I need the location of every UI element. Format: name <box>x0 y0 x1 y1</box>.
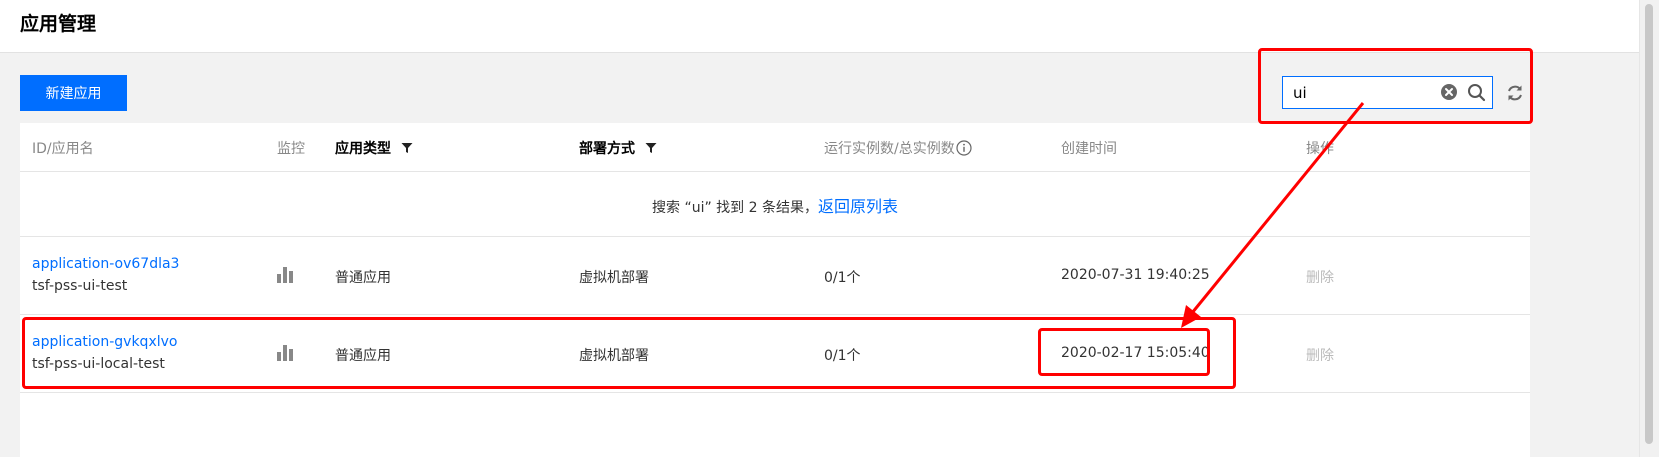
back-to-list-link[interactable]: 返回原列表 <box>818 197 898 216</box>
app-type: 普通应用 <box>335 270 391 286</box>
vertical-scrollbar[interactable] <box>1639 0 1659 457</box>
search-result-row: 搜索 “ui” 找到 2 条结果，返回原列表 <box>20 172 1530 237</box>
instance-count: 0/1个 <box>824 270 861 286</box>
search-highlight-box <box>1258 48 1533 124</box>
column-deploy-label: 部署方式 <box>579 141 635 157</box>
delete-link[interactable]: 删除 <box>1306 267 1334 287</box>
delete-link[interactable]: 删除 <box>1306 345 1334 365</box>
search-result-text: 搜索 “ui” 找到 2 条结果， <box>652 200 818 216</box>
timestamp-highlight-box <box>1038 328 1210 376</box>
column-app-type: 应用类型 <box>335 138 413 158</box>
search-result-summary: 搜索 “ui” 找到 2 条结果，返回原列表 <box>20 193 1530 217</box>
column-monitor: 监控 <box>277 141 305 157</box>
app-id-link[interactable]: application-ov67dla3 <box>32 256 179 272</box>
created-time: 2020-07-31 19:40:25 <box>1061 267 1210 283</box>
table-header: ID/应用名 监控 应用类型 部署方式 运行实例数/总实例数 创建时间 操作 <box>20 123 1530 172</box>
create-app-button[interactable]: 新建应用 <box>20 75 127 111</box>
column-instances-label: 运行实例数/总实例数 <box>824 141 955 157</box>
app-table: ID/应用名 监控 应用类型 部署方式 运行实例数/总实例数 创建时间 操作 搜… <box>20 123 1530 457</box>
page-header: 应用管理 <box>0 0 1640 53</box>
table-row: application-ov67dla3 tsf-pss-ui-test 普通应… <box>20 237 1530 315</box>
column-created: 创建时间 <box>1061 141 1117 157</box>
deploy-method: 虚拟机部署 <box>579 270 649 286</box>
filter-icon[interactable] <box>401 142 413 154</box>
column-deploy: 部署方式 <box>579 138 657 158</box>
column-instances: 运行实例数/总实例数 <box>824 138 972 158</box>
page-title: 应用管理 <box>20 13 97 35</box>
column-id-name: ID/应用名 <box>32 141 94 157</box>
filter-icon[interactable] <box>645 142 657 154</box>
app-name: tsf-pss-ui-test <box>32 278 128 294</box>
scrollbar-thumb[interactable] <box>1645 4 1653 444</box>
bar-chart-icon[interactable] <box>277 266 294 283</box>
info-icon[interactable] <box>956 140 972 156</box>
column-actions: 操作 <box>1306 141 1334 157</box>
column-app-type-label: 应用类型 <box>335 141 391 157</box>
